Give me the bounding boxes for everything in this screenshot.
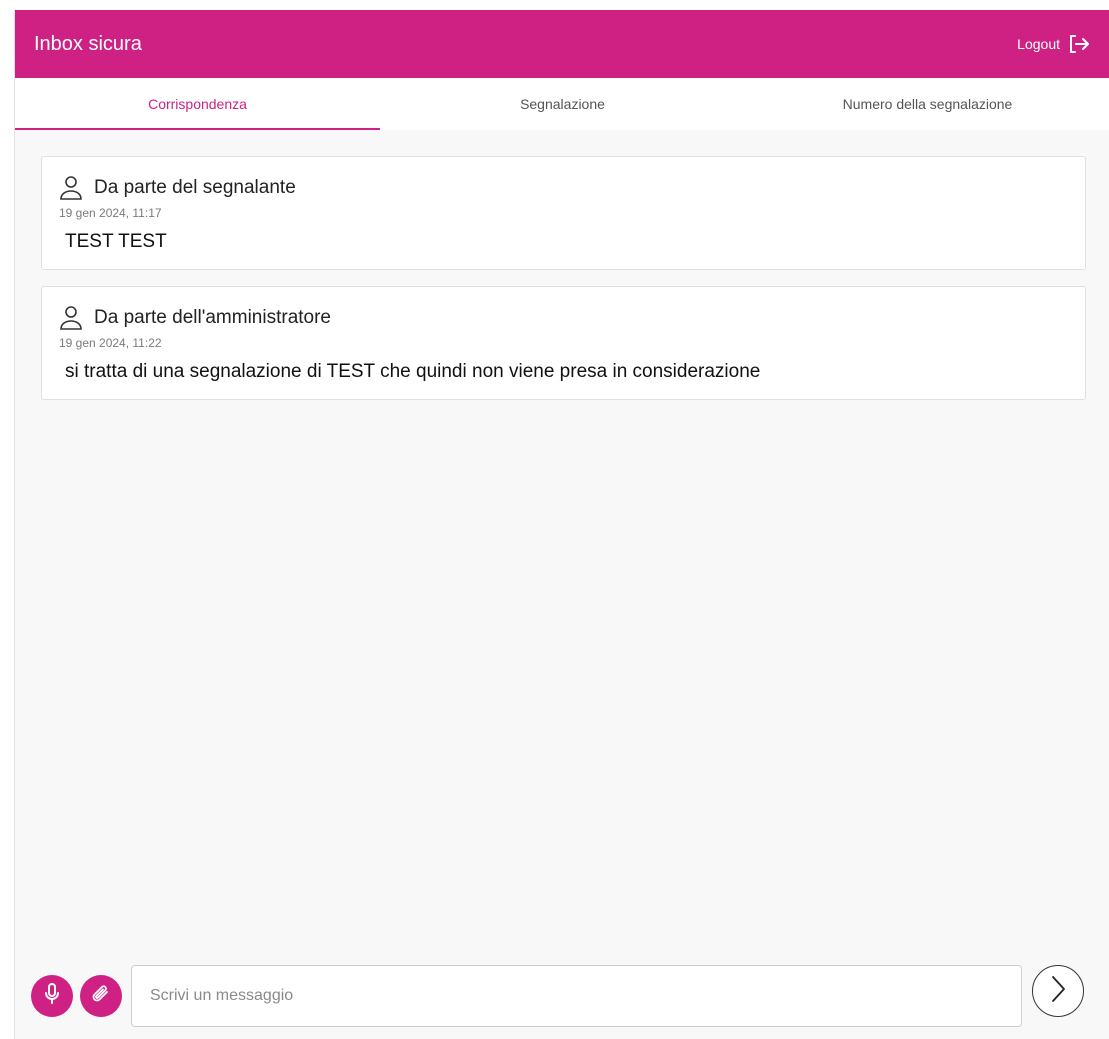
message-sender: Da parte dell'amministratore (94, 307, 331, 328)
logout-button[interactable]: Logout (1017, 34, 1090, 54)
tab-segnalazione[interactable]: Segnalazione (380, 78, 745, 130)
message-sender: Da parte del segnalante (94, 177, 296, 198)
left-margin (0, 0, 14, 1039)
app-title: Inbox sicura (34, 32, 142, 55)
message-card: Da parte dell'amministratore 19 gen 2024… (41, 286, 1086, 400)
chevron-right-icon (1048, 974, 1068, 1009)
tab-bar: Corrispondenza Segnalazione Numero della… (15, 78, 1109, 130)
logout-icon (1068, 34, 1090, 54)
tab-corrispondenza[interactable]: Corrispondenza (15, 78, 380, 130)
message-input[interactable] (131, 965, 1022, 1027)
attach-file-button[interactable] (80, 975, 122, 1017)
message-card: Da parte del segnalante 19 gen 2024, 11:… (41, 156, 1086, 270)
send-button[interactable] (1032, 965, 1084, 1017)
message-composer (31, 965, 1101, 1029)
logout-label: Logout (1017, 36, 1060, 52)
app-header: Inbox sicura Logout (15, 10, 1109, 78)
tab-numero-segnalazione[interactable]: Numero della segnalazione (745, 78, 1109, 130)
paperclip-icon (91, 983, 111, 1010)
message-timestamp: 19 gen 2024, 11:22 (59, 336, 162, 350)
message-text: TEST TEST (65, 231, 167, 252)
user-icon (59, 175, 83, 201)
message-timestamp: 19 gen 2024, 11:17 (59, 206, 162, 220)
user-icon (59, 305, 83, 331)
record-audio-button[interactable] (31, 975, 73, 1017)
secure-inbox-panel: Inbox sicura Logout Corrispondenza Segna… (14, 10, 1109, 1039)
microphone-icon (43, 982, 61, 1010)
message-text: si tratta di una segnalazione di TEST ch… (65, 361, 761, 382)
message-list: Da parte del segnalante 19 gen 2024, 11:… (41, 156, 1086, 416)
